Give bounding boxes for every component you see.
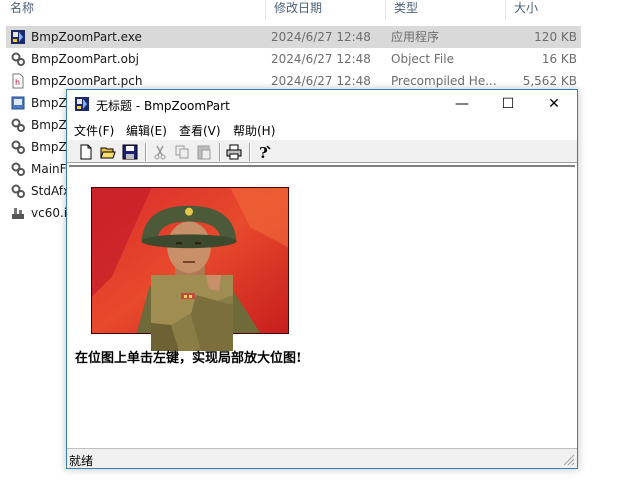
toolbar-separator bbox=[219, 143, 221, 161]
svg-text:h: h bbox=[15, 78, 20, 87]
resize-grip-icon[interactable] bbox=[561, 452, 575, 466]
file-name: BmpZoomPart.exe bbox=[31, 30, 142, 44]
file-size: 16 KB bbox=[541, 52, 577, 66]
menu-help[interactable]: 帮助(H) bbox=[233, 122, 275, 139]
file-row[interactable]: BmpZoomPart.obj 2024/6/27 12:48 Object F… bbox=[6, 48, 581, 70]
obj-file-icon bbox=[11, 162, 25, 176]
file-list-header: 名称 修改日期 类型 大小 bbox=[0, 0, 629, 22]
column-name[interactable]: 名称 bbox=[2, 0, 265, 20]
toolbar-separator bbox=[145, 143, 147, 161]
file-type: 应用程序 bbox=[391, 30, 440, 44]
zoomed-region bbox=[151, 275, 233, 351]
minimize-button[interactable]: — bbox=[439, 90, 485, 119]
cut-icon[interactable] bbox=[151, 143, 169, 161]
save-icon[interactable] bbox=[121, 143, 139, 161]
status-text: 就绪 bbox=[69, 454, 94, 468]
title-bar[interactable]: 无标题 - BmpZoomPart — ☐ ✕ bbox=[67, 90, 577, 119]
file-name: BmpZ bbox=[31, 96, 67, 110]
obj-file-icon bbox=[11, 184, 25, 198]
instruction-text: 在位图上单击左键，实现局部放大位图! bbox=[75, 351, 302, 366]
toolbar: ? bbox=[67, 139, 577, 163]
file-name: BmpZ bbox=[31, 118, 67, 132]
copy-icon[interactable] bbox=[173, 143, 191, 161]
file-name: BmpZ bbox=[31, 140, 67, 154]
open-icon[interactable] bbox=[99, 143, 117, 161]
file-size: 120 KB bbox=[534, 30, 577, 44]
close-button[interactable]: ✕ bbox=[531, 90, 577, 119]
app-icon bbox=[75, 97, 89, 111]
new-icon[interactable] bbox=[77, 143, 95, 161]
file-type: Object File bbox=[391, 52, 454, 66]
file-date: 2024/6/27 12:48 bbox=[271, 30, 371, 44]
file-name: BmpZoomPart.obj bbox=[31, 52, 139, 66]
exe-icon bbox=[11, 30, 25, 44]
status-bar: 就绪 bbox=[67, 448, 577, 468]
help-icon[interactable]: ? bbox=[255, 143, 273, 161]
idb-file-icon bbox=[12, 208, 24, 219]
pch-file-icon: h bbox=[12, 73, 24, 89]
toolbar-separator bbox=[249, 143, 251, 161]
column-modified[interactable]: 修改日期 bbox=[265, 0, 385, 20]
column-size[interactable]: 大小 bbox=[505, 0, 585, 20]
paste-icon[interactable] bbox=[195, 143, 213, 161]
file-row[interactable]: BmpZoomPart.exe 2024/6/27 12:48 应用程序 120… bbox=[6, 26, 581, 48]
file-icon bbox=[11, 96, 25, 110]
obj-file-icon bbox=[11, 118, 25, 132]
client-area[interactable]: 在位图上单击左键，实现局部放大位图! bbox=[69, 165, 575, 447]
menu-bar: 文件(F) 编辑(E) 查看(V) 帮助(H) bbox=[67, 119, 577, 139]
menu-view[interactable]: 查看(V) bbox=[179, 122, 221, 139]
window-title: 无标题 - BmpZoomPart bbox=[96, 99, 230, 113]
menu-file[interactable]: 文件(F) bbox=[74, 122, 114, 139]
file-name: StdAfx bbox=[31, 184, 71, 198]
print-icon[interactable] bbox=[225, 143, 243, 161]
maximize-button[interactable]: ☐ bbox=[485, 90, 531, 119]
menu-edit[interactable]: 编辑(E) bbox=[126, 122, 167, 139]
file-name: MainF bbox=[31, 162, 67, 176]
obj-file-icon bbox=[11, 140, 25, 154]
file-date: 2024/6/27 12:48 bbox=[271, 52, 371, 66]
column-type[interactable]: 类型 bbox=[385, 0, 505, 20]
obj-file-icon bbox=[11, 52, 25, 66]
app-window: 无标题 - BmpZoomPart — ☐ ✕ 文件(F) 编辑(E) 查看(V… bbox=[66, 89, 578, 469]
